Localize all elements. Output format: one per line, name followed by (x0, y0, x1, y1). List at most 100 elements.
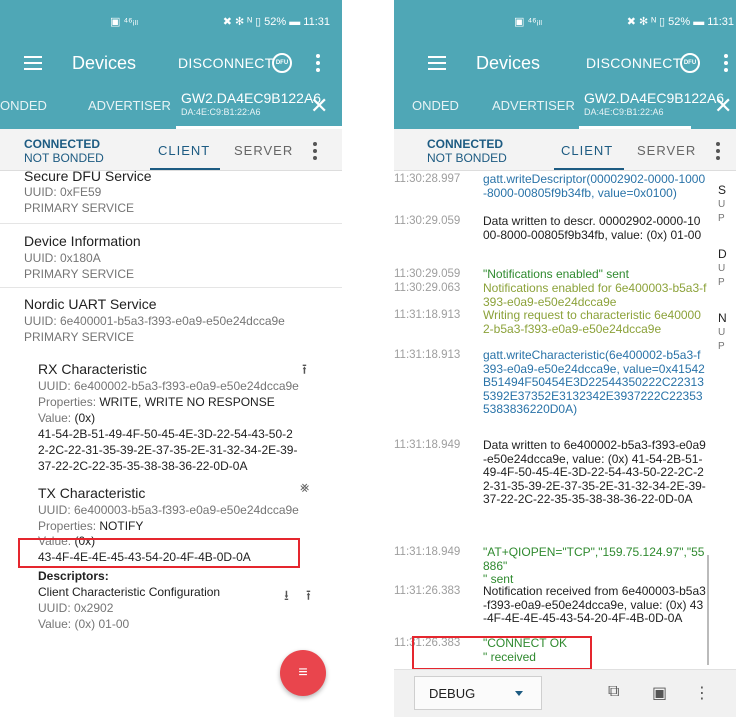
cut-type-letter: P (718, 277, 725, 288)
descriptors-header: Descriptors: (38, 569, 109, 583)
characteristic-name[interactable]: RX Characteristic (38, 361, 147, 377)
more-icon[interactable]: ⋮ (694, 683, 710, 703)
service-name[interactable]: Nordic UART Service (24, 296, 157, 312)
log-timestamp: 11:31:26.383 (394, 585, 461, 597)
cut-uuid-letter: U (718, 199, 726, 210)
characteristic-name[interactable]: TX Characteristic (38, 485, 145, 501)
tab-client[interactable]: CLIENT (158, 143, 210, 158)
value-text: (0x) 01-00 (74, 617, 130, 631)
log-level-select[interactable]: DEBUG (414, 676, 542, 710)
bond-label: NOT BONDED (427, 151, 507, 165)
menu-icon[interactable] (428, 56, 446, 70)
log-timestamp: 11:31:18.913 (394, 309, 461, 321)
write-upload-icon[interactable]: ⭱ (302, 359, 307, 383)
menu-icon[interactable] (24, 56, 42, 70)
characteristic-properties: Properties: WRITE, WRITE NO RESPONSE (38, 395, 275, 409)
connection-status: CONNECTED NOT BONDED (427, 137, 507, 165)
log-fab-button[interactable]: ≡ (280, 650, 326, 696)
divider (0, 287, 342, 288)
service-uuid: UUID: 6e400001-b5a3-f393-e0a9-e50e24dcca… (24, 314, 285, 328)
service-name[interactable]: Device Information (24, 233, 141, 249)
value-label: Value: (38, 411, 75, 425)
service-name[interactable]: Secure DFU Service (24, 168, 152, 184)
connected-label: CONNECTED (24, 137, 101, 151)
cut-uuid-letter: U (718, 263, 726, 274)
tab-device[interactable]: GW2.DA4EC9B122A6 DA:4E:C9:B1:22:A6 (181, 90, 321, 117)
dfu-icon[interactable]: DFU (272, 53, 292, 73)
client-tab-indicator (150, 168, 220, 170)
log-timestamp: 11:30:29.063 (394, 282, 461, 294)
copy-icon[interactable]: ⧉ (608, 683, 619, 701)
properties-label: Properties: (38, 395, 100, 409)
highlight-box (18, 538, 300, 568)
service-type: PRIMARY SERVICE (24, 267, 135, 281)
descriptor-name[interactable]: Client Characteristic Configuration (38, 585, 220, 599)
app-bar: Devices DISCONNECT DFU (394, 44, 736, 84)
signal-indicator: ▣ ⁴⁶ᵢₗₗ (514, 16, 543, 28)
value-format: (0x) (74, 411, 96, 425)
disconnect-button[interactable]: DISCONNECT (586, 55, 682, 71)
log-timestamp: 11:31:18.949 (394, 439, 461, 451)
characteristic-value-label: Value: (0x) (38, 411, 95, 425)
tab-bonded[interactable]: ONDED (0, 98, 47, 113)
characteristic-value-line: 37-22-2C-22-35-35-38-38-36-22-0D-0A (38, 459, 248, 473)
properties-label: Properties: (38, 519, 100, 533)
cut-service-letter: D (718, 247, 727, 261)
tab-server[interactable]: SERVER (637, 143, 696, 158)
client-tab-indicator (554, 168, 624, 170)
overflow-menu-icon[interactable] (316, 54, 320, 75)
bond-label: NOT BONDED (24, 151, 104, 165)
service-type: PRIMARY SERVICE (24, 330, 135, 344)
dfu-icon[interactable]: DFU (680, 53, 700, 73)
overflow-menu-icon[interactable] (724, 54, 728, 75)
device-tab-bar: ONDED ADVERTISER GW2.DA4EC9B122A6 DA:4E:… (0, 84, 342, 129)
app-title: Devices (72, 53, 137, 73)
left-screen: ▣ ⁴⁶ᵢₗₗ ✖ ✻ ᴺ ▯ 52% ▬ 11:31 Devices DISC… (0, 0, 342, 717)
connection-menu-icon[interactable] (313, 142, 317, 163)
save-icon[interactable]: ▣ (652, 683, 667, 703)
characteristic-value-line: 2-2C-22-31-35-39-2E-37-35-2E-31-32-34-2E… (38, 443, 298, 457)
services-list: Secure DFU Service UUID: 0xFE59 PRIMARY … (0, 168, 342, 717)
right-screen: ▣ ⁴⁶ᵢₗₗ ✖ ✻ ᴺ ▯ 52% ▬ 11:31 Devices DISC… (394, 0, 736, 717)
tab-server[interactable]: SERVER (234, 143, 293, 158)
log-timestamp: 11:30:28.997 (394, 173, 461, 185)
log-timestamp: 11:31:18.913 (394, 349, 461, 361)
characteristic-properties: Properties: NOTIFY (38, 519, 143, 533)
tab-device[interactable]: GW2.DA4EC9B122A6 DA:4E:C9:B1:22:A6 (584, 90, 724, 117)
tab-advertiser[interactable]: ADVERTISER (492, 98, 575, 113)
close-tab-icon[interactable]: ✕ (714, 93, 732, 119)
disconnect-button[interactable]: DISCONNECT (178, 55, 274, 71)
highlight-box (412, 636, 592, 670)
log-scrollbar[interactable] (707, 555, 709, 665)
divider (0, 223, 342, 224)
service-uuid: UUID: 0x180A (24, 251, 101, 265)
connection-menu-icon[interactable] (716, 142, 720, 163)
cut-service-letter: N (718, 311, 727, 325)
log-panel[interactable]: 11:30:28.997 gatt.writeDescriptor(0000290… (394, 171, 708, 671)
tab-advertiser[interactable]: ADVERTISER (88, 98, 171, 113)
connected-label: CONNECTED (427, 137, 504, 151)
log-timestamp: 11:30:29.059 (394, 215, 461, 227)
device-name: GW2.DA4EC9B122A6 (181, 90, 322, 106)
service-uuid: UUID: 0xFE59 (24, 185, 102, 199)
notifications-off-icon[interactable]: ⨳ (300, 479, 309, 496)
properties-value: WRITE, WRITE NO RESPONSE (99, 395, 275, 409)
cut-uuid-letter: U (718, 327, 726, 338)
close-tab-icon[interactable]: ✕ (310, 93, 328, 119)
properties-value: NOTIFY (99, 519, 144, 533)
log-message: Writing request to characteristic 6e4000… (483, 308, 701, 336)
tab-client[interactable]: CLIENT (561, 143, 613, 158)
tab-bonded[interactable]: ONDED (412, 98, 459, 113)
log-timestamp: 11:31:18.949 (394, 546, 461, 558)
write-upload-icon[interactable]: ⭱ (306, 585, 311, 609)
device-tab-bar: ONDED ADVERTISER GW2.DA4EC9B122A6 DA:4E:… (394, 84, 736, 129)
connection-bar: CONNECTED NOT BONDED CLIENT SERVER (0, 129, 342, 171)
read-download-icon[interactable]: ⭳ (284, 585, 289, 609)
device-name: GW2.DA4EC9B122A6 (584, 90, 725, 106)
descriptor-uuid: UUID: 0x2902 (38, 601, 114, 615)
connection-status: CONNECTED NOT BONDED (24, 137, 104, 165)
status-indicators: ✖ ✻ ᴺ ▯ 52% ▬ 11:31 (626, 16, 734, 28)
log-timestamp: 11:30:29.059 (394, 268, 461, 280)
log-message: "AT+QIOPEN="TCP","159.75.124.97","55886"… (483, 545, 705, 586)
connection-bar: CONNECTED NOT BONDED CLIENT SERVER (394, 129, 736, 171)
